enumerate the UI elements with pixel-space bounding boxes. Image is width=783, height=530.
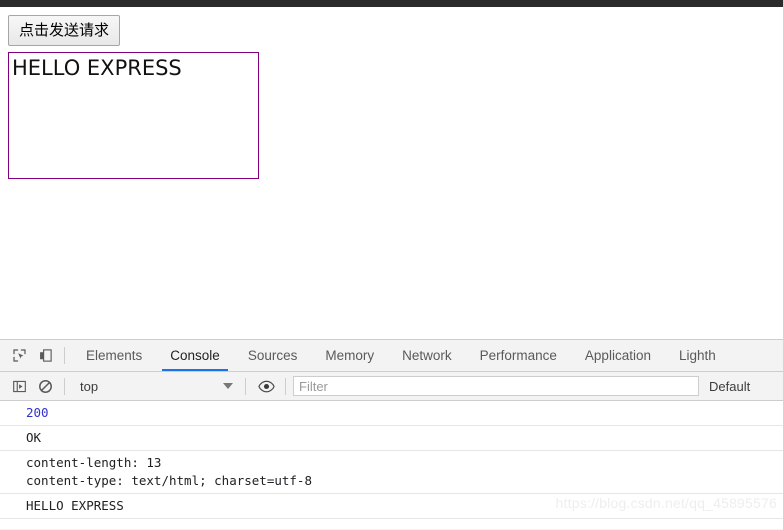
response-result-box: HELLO EXPRESS	[8, 52, 259, 179]
web-page-viewport: 点击发送请求 HELLO EXPRESS	[0, 7, 783, 339]
console-toolbar-divider-1	[64, 377, 65, 395]
device-toolbar-icon[interactable]	[32, 344, 58, 368]
console-message-body: HELLO EXPRESS	[0, 494, 783, 519]
tab-elements[interactable]: Elements	[72, 340, 156, 371]
console-context-value: top	[80, 378, 99, 394]
console-context-select[interactable]: top	[72, 375, 239, 397]
console-log-level-select[interactable]: Default	[709, 379, 750, 394]
console-message-status-text: OK	[0, 426, 783, 451]
console-toolbar-divider-3	[285, 377, 286, 395]
tab-memory[interactable]: Memory	[311, 340, 388, 371]
live-expression-eye-icon[interactable]	[253, 374, 279, 398]
console-message-list[interactable]: 200 OK content-length: 13 content-type: …	[0, 401, 783, 529]
console-filter-input[interactable]	[293, 376, 699, 396]
tab-sources[interactable]: Sources	[234, 340, 312, 371]
inspect-element-icon[interactable]	[6, 344, 32, 368]
console-sidebar-icon[interactable]	[6, 374, 32, 398]
browser-chrome-strip	[0, 0, 783, 7]
tab-performance[interactable]: Performance	[466, 340, 571, 371]
tab-network[interactable]: Network	[388, 340, 466, 371]
console-toolbar-divider-2	[245, 377, 246, 395]
response-result-text: HELLO EXPRESS	[12, 56, 182, 80]
clear-console-icon[interactable]	[32, 374, 58, 398]
devtools-panel: Elements Console Sources Memory Network …	[0, 339, 783, 530]
devtools-tabbar: Elements Console Sources Memory Network …	[0, 340, 783, 372]
chevron-down-icon	[223, 383, 233, 389]
console-message-headers: content-length: 13 content-type: text/ht…	[0, 451, 783, 494]
tab-application[interactable]: Application	[571, 340, 665, 371]
console-toolbar: top Default	[0, 372, 783, 401]
browser-window: 点击发送请求 HELLO EXPRESS Elements Console So…	[0, 0, 783, 530]
send-request-button[interactable]: 点击发送请求	[8, 15, 121, 46]
toolbar-divider	[64, 347, 65, 364]
tab-lighthouse[interactable]: Lighth	[665, 340, 730, 371]
console-message-status-code: 200	[0, 401, 783, 426]
tab-console[interactable]: Console	[156, 340, 234, 371]
